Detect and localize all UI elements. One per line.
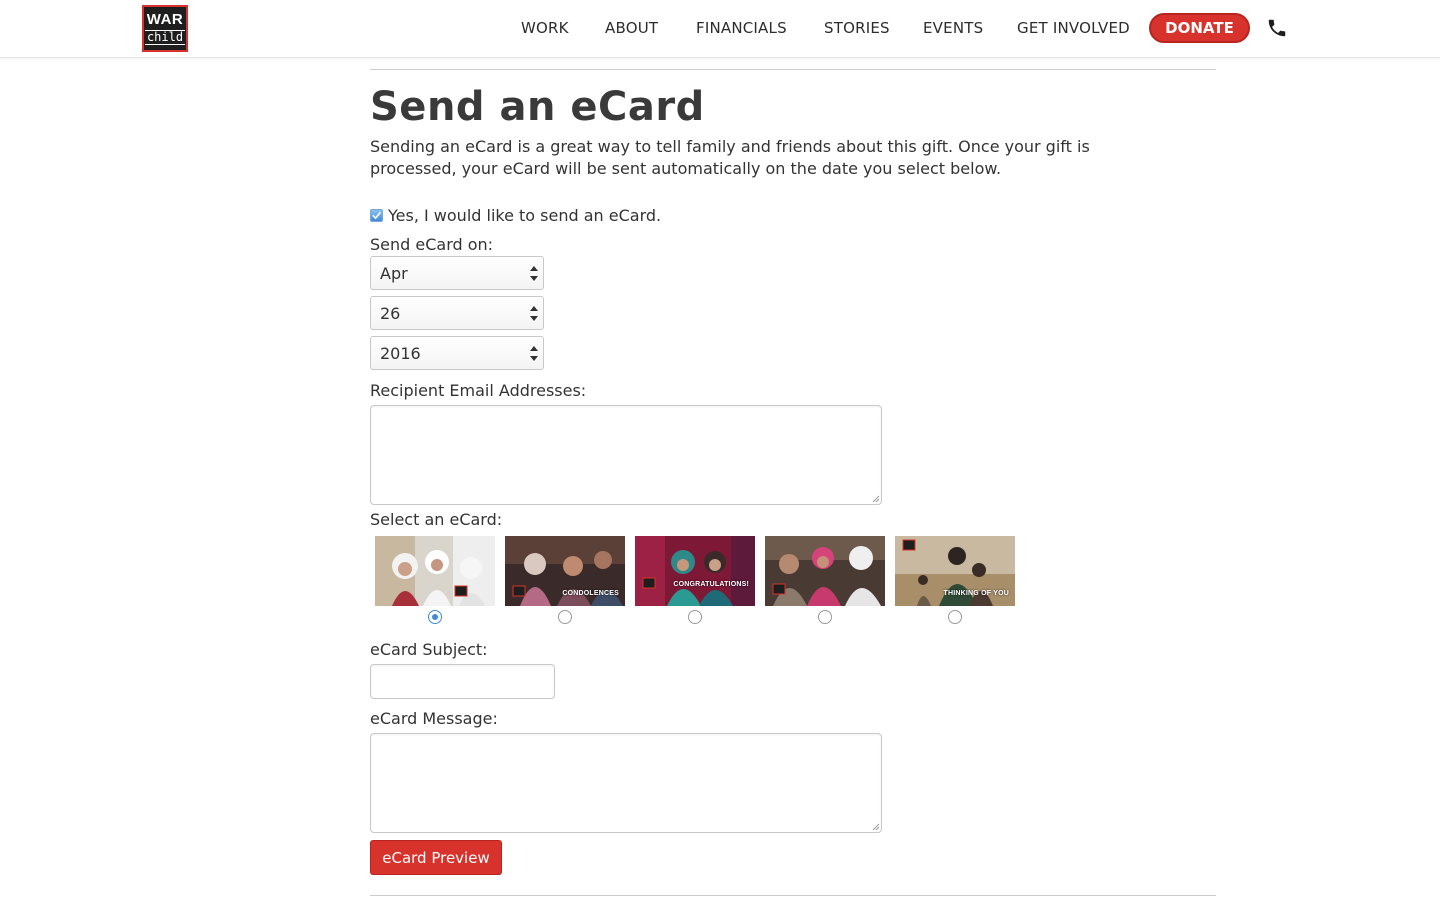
ecard-radio-3[interactable] (688, 610, 702, 624)
intro-text: Sending an eCard is a great way to tell … (370, 137, 1090, 178)
ecard-thumbnail-4[interactable] (765, 536, 885, 606)
day-value: 26 (380, 304, 401, 323)
ecard-thumbnail-2[interactable]: CONDOLENCES (505, 536, 625, 606)
resize-handle-icon (872, 823, 880, 831)
message-textarea[interactable] (370, 733, 882, 833)
select-ecard-label: Select an eCard: (370, 510, 503, 529)
select-arrows-icon (530, 346, 538, 361)
ecard-thumbnail-1[interactable] (375, 536, 495, 606)
logo-text-top: WAR (146, 11, 184, 28)
send-ecard-option[interactable]: Yes, I would like to send an eCard. (370, 206, 661, 225)
ecard-preview-button[interactable]: eCard Preview (370, 840, 502, 875)
ecard-radio-1[interactable] (428, 610, 442, 624)
subject-input[interactable] (370, 664, 555, 699)
select-arrows-icon (530, 266, 538, 281)
month-select[interactable]: Apr (370, 256, 544, 290)
send-ecard-checkbox[interactable] (370, 209, 383, 222)
year-select[interactable]: 2016 (370, 336, 544, 370)
top-divider (370, 69, 1216, 70)
ecard-radio-2[interactable] (558, 610, 572, 624)
war-child-logo[interactable]: WAR child (142, 5, 188, 52)
ecard-radio-5[interactable] (948, 610, 962, 624)
nav-financials[interactable]: FINANCIALS (696, 19, 787, 37)
checkmark-icon (372, 212, 381, 220)
site-header: WAR child WORK ABOUT FINANCIALS STORIES … (0, 0, 1440, 58)
message-label: eCard Message: (370, 709, 498, 728)
logo-text-bottom: child (144, 30, 186, 45)
nav-get-involved[interactable]: GET INVOLVED (1017, 19, 1130, 37)
nav-stories[interactable]: STORIES (824, 19, 890, 37)
recipients-label: Recipient Email Addresses: (370, 381, 587, 400)
resize-handle-icon (872, 495, 880, 503)
year-value: 2016 (380, 344, 421, 363)
ecard-caption-3: CONGRATULATIONS! (673, 581, 749, 588)
page-title: Send an eCard (370, 84, 705, 130)
ecard-thumbnail-3[interactable]: CONGRATULATIONS! (635, 536, 755, 606)
ecard-thumbnail-5[interactable]: THINKING OF YOU (895, 536, 1015, 606)
send-on-label: Send eCard on: (370, 235, 494, 254)
bottom-divider (370, 895, 1216, 896)
month-value: Apr (380, 264, 408, 283)
day-select[interactable]: 26 (370, 296, 544, 330)
donate-button[interactable]: DONATE (1149, 13, 1250, 43)
phone-icon[interactable] (1266, 17, 1290, 41)
ecard-caption-2: CONDOLENCES (562, 590, 619, 597)
recipients-textarea[interactable] (370, 405, 882, 505)
nav-about[interactable]: ABOUT (605, 19, 658, 37)
nav-work[interactable]: WORK (521, 19, 569, 37)
select-arrows-icon (530, 306, 538, 321)
ecard-radio-4[interactable] (818, 610, 832, 624)
ecard-caption-5: THINKING OF YOU (943, 590, 1009, 597)
nav-events[interactable]: EVENTS (923, 19, 983, 37)
subject-label: eCard Subject: (370, 640, 488, 659)
send-ecard-label: Yes, I would like to send an eCard. (388, 206, 662, 225)
